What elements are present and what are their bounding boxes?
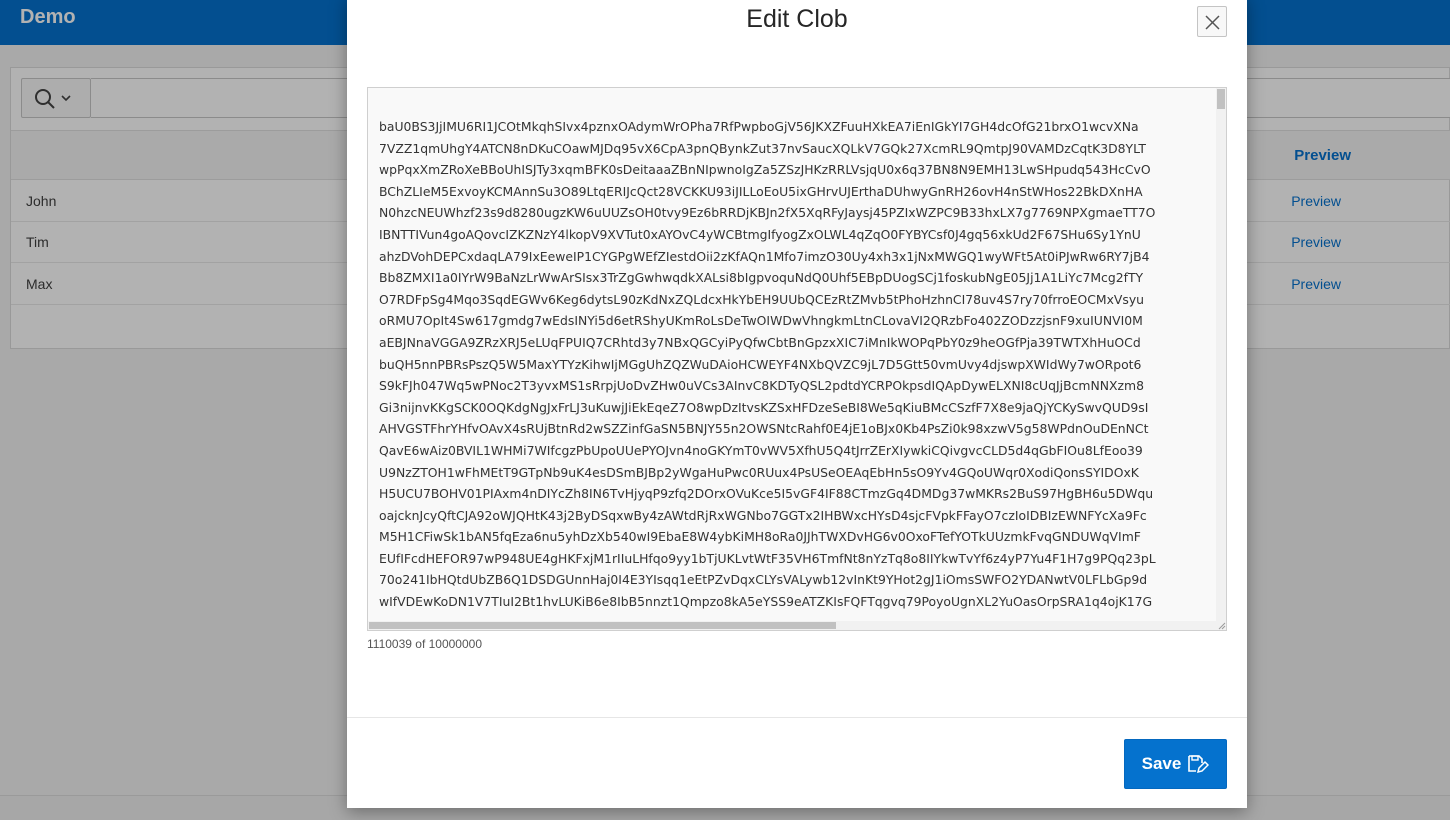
vertical-scrollbar[interactable] xyxy=(1216,88,1226,630)
vertical-scroll-thumb[interactable] xyxy=(1217,89,1225,109)
horizontal-scroll-thumb[interactable] xyxy=(369,622,836,629)
edit-clob-dialog: Edit Clob baU0BS3JjIMU6RI1JCOtMkqhSIvx4p… xyxy=(347,0,1247,808)
horizontal-scrollbar[interactable] xyxy=(368,621,1216,630)
character-counter: 1110039 of 10000000 xyxy=(367,637,483,651)
clob-text-content: baU0BS3JjIMU6RI1JCOtMkqhSIvx4pznxOAdymWr… xyxy=(379,119,1156,610)
close-button[interactable] xyxy=(1197,6,1227,37)
dialog-title: Edit Clob xyxy=(746,5,848,33)
resize-grip-icon[interactable] xyxy=(1216,621,1226,630)
dialog-footer: Save xyxy=(347,717,1247,808)
save-edit-icon xyxy=(1188,755,1210,774)
save-button[interactable]: Save xyxy=(1124,739,1227,789)
save-label: Save xyxy=(1141,754,1182,773)
close-icon xyxy=(1205,15,1220,30)
clob-textarea[interactable]: baU0BS3JjIMU6RI1JCOtMkqhSIvx4pznxOAdymWr… xyxy=(367,87,1227,631)
